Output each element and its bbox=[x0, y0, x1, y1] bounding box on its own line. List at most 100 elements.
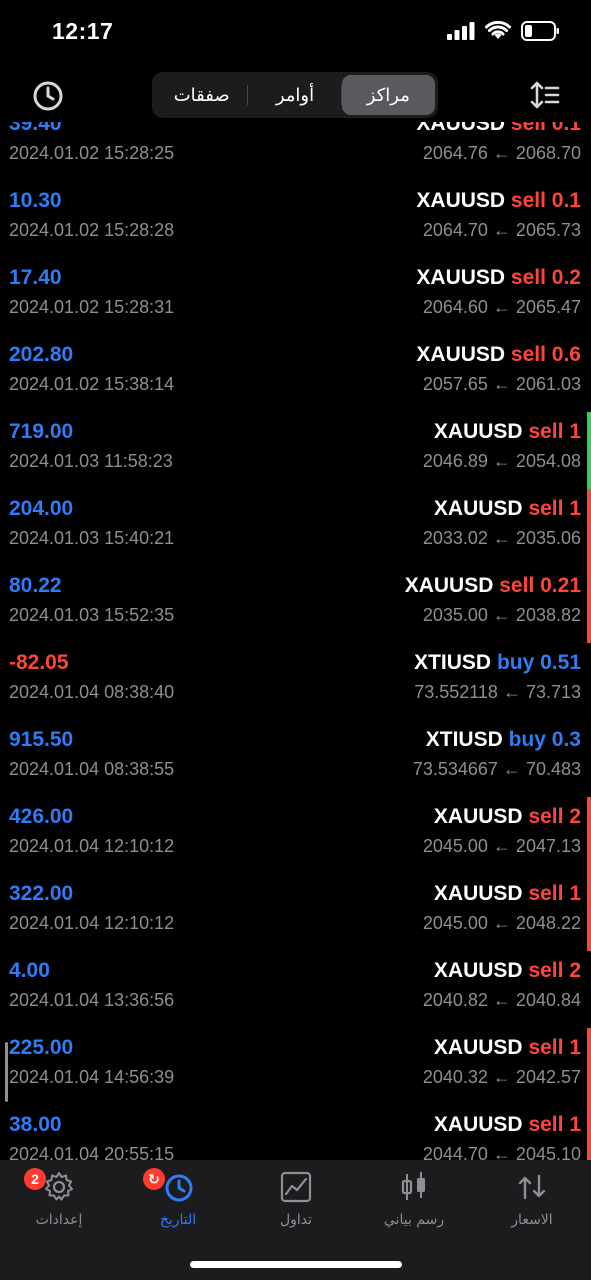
trade-side: sell bbox=[528, 882, 564, 905]
trade-side: sell bbox=[528, 1113, 564, 1136]
trade-profit: 10.30 bbox=[9, 189, 62, 212]
trade-symbol: XAUUSD bbox=[416, 266, 506, 289]
trade-symbol-line: XAUUSD sell 0.6 bbox=[416, 343, 581, 367]
settings-badge: 2 bbox=[24, 1168, 46, 1190]
trade-side-bar bbox=[587, 1105, 591, 1160]
trade-symbol-line: XAUUSD sell 1 bbox=[434, 1113, 581, 1137]
trade-profit: 426.00 bbox=[9, 805, 74, 828]
header: مراكز أوامر صفقات bbox=[0, 64, 591, 122]
trade-symbol: XAUUSD bbox=[433, 1036, 523, 1059]
trade-side: sell bbox=[528, 805, 564, 828]
trade-symbol-line: XAUUSD sell 0.2 bbox=[416, 266, 581, 290]
scroll-indicator[interactable] bbox=[5, 1042, 8, 1102]
trade-row[interactable]: 10.30 2024.01.02 15:28:28 XAUUSD sell 0.1 2… bbox=[0, 181, 591, 258]
trade-symbol-line: XAUUSD sell 1 bbox=[434, 497, 581, 521]
trade-side: sell bbox=[528, 420, 564, 443]
trade-datetime: 2024.01.02 15:28:31 bbox=[9, 297, 175, 317]
trade-symbol-line: XAUUSD sell 0.21 bbox=[405, 574, 581, 598]
trade-volume: 0.3 bbox=[551, 728, 581, 751]
tab-trade-label: تداول bbox=[279, 1212, 313, 1228]
trade-row[interactable]: 915.50 2024.01.04 08:38:55 XTIUSD buy 0.3 7… bbox=[0, 720, 591, 797]
trade-profit: 719.00 bbox=[9, 420, 74, 443]
trade-volume: 1 bbox=[569, 1113, 581, 1136]
trade-datetime: 2024.01.03 15:40:21 bbox=[9, 528, 175, 548]
trade-row[interactable]: 204.00 2024.01.03 15:40:21 XAUUSD sell 1 20… bbox=[0, 489, 591, 566]
trade-datetime: 2024.01.03 11:58:23 bbox=[9, 451, 173, 471]
trade-side: buy bbox=[496, 651, 535, 674]
trade-symbol: XAUUSD bbox=[433, 497, 523, 520]
trade-profit: -82.05 bbox=[9, 651, 69, 674]
tab-trade[interactable]: تداول bbox=[237, 1170, 355, 1240]
status-bar: 12:17 bbox=[0, 0, 591, 64]
trade-profit: 225.00 bbox=[9, 1036, 74, 1059]
trade-list[interactable]: 39.40 2024.01.02 15:28:25 XAUUSD sell 0.1 2… bbox=[0, 112, 591, 1160]
history-icon bbox=[165, 1174, 193, 1202]
trade-side-bar bbox=[587, 797, 591, 874]
trade-prices: 2064.76 ← 2068.70 bbox=[422, 143, 581, 163]
trade-symbol: XTIUSD bbox=[414, 651, 492, 674]
tab-positions[interactable]: مراكز bbox=[341, 75, 435, 115]
trade-prices: 2033.02 ← 2035.06 bbox=[422, 528, 581, 548]
trade-prices: 2044.70 ← 2045.10 bbox=[422, 1144, 581, 1160]
trade-datetime: 2024.01.02 15:28:25 bbox=[9, 143, 175, 163]
chart-icon bbox=[401, 1172, 425, 1200]
tab-history-label: التاريخ bbox=[159, 1212, 197, 1228]
tab-history[interactable]: ↻ التاريخ bbox=[119, 1168, 237, 1240]
trade-symbol: XAUUSD bbox=[416, 343, 506, 366]
trade-volume: 1 bbox=[569, 1036, 581, 1059]
tab-settings[interactable]: 2 إعدادات bbox=[0, 1168, 118, 1240]
sort-icon[interactable] bbox=[529, 79, 561, 111]
trade-row[interactable]: 719.00 2024.01.03 11:58:23 XAUUSD sell 1 20… bbox=[0, 412, 591, 489]
trade-row[interactable]: 426.00 2024.01.04 12:10:12 XAUUSD sell 2 20… bbox=[0, 797, 591, 874]
trade-datetime: 2024.01.04 12:10:12 bbox=[9, 913, 175, 933]
trade-volume: 1 bbox=[569, 882, 581, 905]
trade-row[interactable]: 38.00 2024.01.04 20:55:15 XAUUSD sell 1 204… bbox=[0, 1105, 591, 1160]
trade-symbol: XAUUSD bbox=[416, 189, 506, 212]
trade-profit: 38.00 bbox=[9, 1113, 62, 1136]
trade-prices: 2057.65 ← 2061.03 bbox=[422, 374, 581, 394]
trade-symbol-line: XAUUSD sell 1 bbox=[434, 1036, 581, 1060]
trade-row[interactable]: -82.05 2024.01.04 08:38:40 XTIUSD buy 0.51… bbox=[0, 643, 591, 720]
trade-side: sell bbox=[510, 189, 546, 212]
trade-profit: 17.40 bbox=[9, 266, 62, 289]
trade-symbol-line: XTIUSD buy 0.51 bbox=[414, 651, 581, 675]
history-badge: ↻ bbox=[143, 1168, 165, 1190]
tab-orders[interactable]: أوامر bbox=[248, 75, 343, 115]
trade-row[interactable]: 17.40 2024.01.02 15:28:31 XAUUSD sell 0.2 2… bbox=[0, 258, 591, 335]
trade-prices: 2046.89 ← 2054.08 bbox=[422, 451, 581, 471]
tab-chart-label: رسم بياني bbox=[383, 1212, 445, 1228]
trade-datetime: 2024.01.04 14:56:39 bbox=[9, 1067, 175, 1087]
trade-volume: 1 bbox=[569, 420, 581, 443]
trade-row[interactable]: 39.40 2024.01.02 15:28:25 XAUUSD sell 0.1 2… bbox=[0, 112, 591, 181]
tab-settings-label: إعدادات bbox=[35, 1212, 83, 1228]
trade-profit: 915.50 bbox=[9, 728, 74, 751]
tab-deals[interactable]: صفقات bbox=[155, 75, 249, 115]
trade-symbol: XAUUSD bbox=[433, 1113, 523, 1136]
trade-row[interactable]: 322.00 2024.01.04 12:10:12 XAUUSD sell 1 20… bbox=[0, 874, 591, 951]
trade-volume: 2 bbox=[569, 959, 581, 982]
trade-datetime: 2024.01.03 15:52:35 bbox=[9, 605, 175, 625]
status-icons bbox=[447, 20, 561, 42]
trade-row[interactable]: 4.00 2024.01.04 13:36:56 XAUUSD sell 2 2040… bbox=[0, 951, 591, 1028]
trade-side: buy bbox=[508, 728, 546, 751]
trade-row[interactable]: 225.00 2024.01.04 14:56:39 XAUUSD sell 1 20… bbox=[0, 1028, 591, 1105]
clock-icon[interactable] bbox=[30, 78, 66, 114]
wifi-icon bbox=[485, 21, 511, 39]
trade-profit: 204.00 bbox=[9, 497, 74, 520]
trade-symbol-line: XAUUSD sell 2 bbox=[434, 805, 581, 829]
trade-profit: 322.00 bbox=[9, 882, 74, 905]
trade-profit: 80.22 bbox=[9, 574, 62, 597]
trade-volume: 0.51 bbox=[540, 651, 581, 674]
trade-side-bar bbox=[587, 566, 591, 643]
trade-volume: 0.6 bbox=[551, 343, 581, 366]
tab-quotes[interactable]: الاسعار bbox=[473, 1170, 591, 1240]
tab-chart[interactable]: رسم بياني bbox=[355, 1170, 473, 1240]
trade-volume: 0.2 bbox=[551, 266, 581, 289]
trade-row[interactable]: 202.80 2024.01.02 15:38:14 XAUUSD sell 0.6… bbox=[0, 335, 591, 412]
trade-side: sell bbox=[528, 959, 564, 982]
trade-symbol-line: XAUUSD sell 0.1 bbox=[416, 189, 581, 213]
trade-row[interactable]: 80.22 2024.01.03 15:52:35 XAUUSD sell 0.21… bbox=[0, 566, 591, 643]
signal-icon bbox=[447, 22, 475, 40]
trade-volume: 1 bbox=[569, 497, 581, 520]
trade-symbol-line: XAUUSD sell 1 bbox=[434, 420, 581, 444]
